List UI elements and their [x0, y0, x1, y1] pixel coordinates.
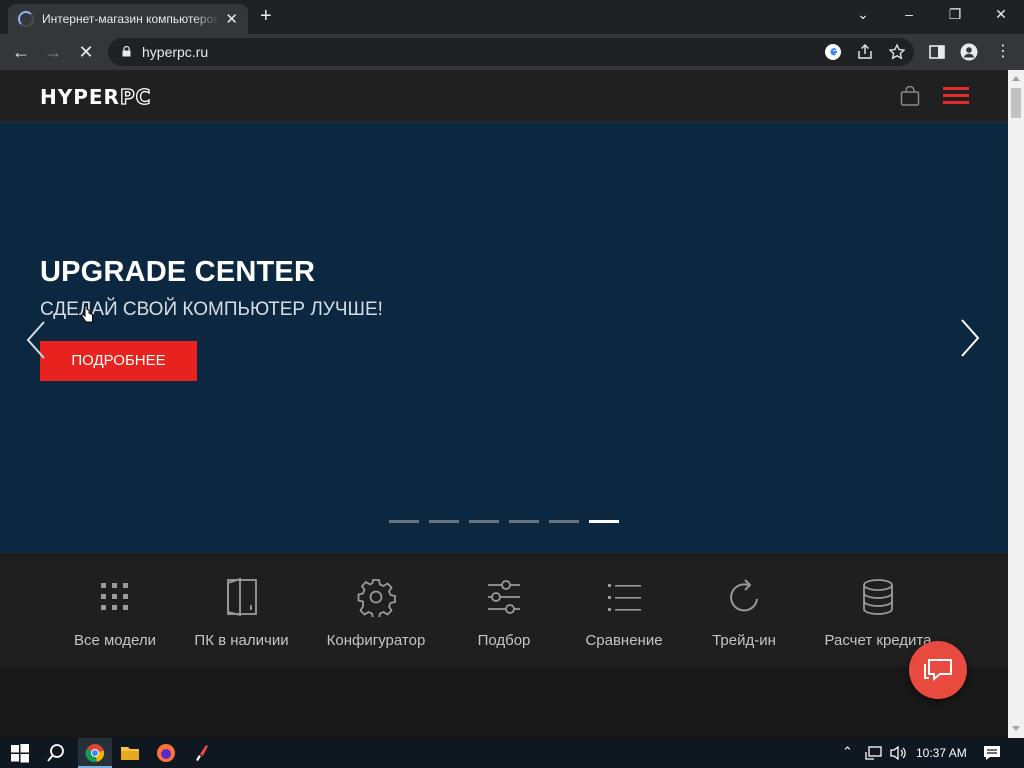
- category-label: Сравнение: [585, 632, 663, 649]
- category-label: Трейд-ин: [712, 632, 776, 649]
- slider-dot[interactable]: [429, 520, 459, 523]
- category-label: Конфигуратор: [326, 632, 426, 649]
- slider-next-icon[interactable]: [958, 318, 982, 358]
- category-compare[interactable]: Сравнение: [581, 577, 667, 649]
- windows-start-icon[interactable]: [10, 743, 30, 763]
- scroll-up-icon[interactable]: [1012, 76, 1020, 81]
- list-icon: [608, 584, 641, 611]
- page-scrollbar[interactable]: [1008, 70, 1024, 738]
- sliders-icon: [488, 580, 520, 614]
- firefox-icon[interactable]: [156, 743, 176, 763]
- network-icon[interactable]: [864, 743, 884, 763]
- site-header: HYPERPC: [0, 70, 1008, 122]
- taskbar-clock[interactable]: 10:37 AM: [916, 746, 967, 760]
- category-selection[interactable]: Подбор: [472, 577, 536, 649]
- hero-title: UPGRADE CENTER: [40, 256, 316, 288]
- logo-suffix: PC: [119, 84, 152, 109]
- new-tab-icon[interactable]: +: [260, 6, 272, 26]
- coins-icon: [863, 579, 893, 615]
- slider-dot[interactable]: [549, 520, 579, 523]
- gear-icon: [357, 579, 396, 619]
- pc-case-icon: [226, 577, 257, 617]
- refresh-icon: [730, 579, 758, 612]
- chrome-icon: [85, 744, 105, 763]
- more-details-button[interactable]: ПОДРОБНЕЕ: [40, 341, 197, 381]
- back-icon[interactable]: ←: [10, 42, 32, 62]
- mouse-pointer-icon: [80, 305, 93, 323]
- volume-icon[interactable]: [888, 743, 908, 763]
- logo[interactable]: HYPERPC: [40, 84, 152, 109]
- scroll-down-icon[interactable]: [1012, 726, 1020, 731]
- scrollbar-thumb[interactable]: [1011, 88, 1021, 118]
- tab-search-icon[interactable]: ⌄: [848, 4, 878, 24]
- lock-icon[interactable]: [122, 46, 131, 57]
- category-label: Все модели: [73, 632, 157, 649]
- category-all-models[interactable]: Все модели: [71, 577, 159, 649]
- windows-taskbar: ⌃ 10:37 AM: [0, 738, 1024, 768]
- tab-title: Интернет-магазин компьютеров HYPERPC: [42, 12, 220, 26]
- slider-dot[interactable]: [509, 520, 539, 523]
- category-in-stock[interactable]: ПК в наличии: [190, 577, 293, 649]
- categories-bar: Все модели ПК в наличии Конфигуратор Под…: [0, 553, 1008, 667]
- show-hidden-icons-icon[interactable]: ⌃: [842, 744, 853, 760]
- google-translate-icon[interactable]: [824, 43, 842, 61]
- slider-dot[interactable]: [389, 520, 419, 523]
- category-label: Подбор: [477, 632, 531, 649]
- bookmark-star-icon[interactable]: [888, 43, 906, 61]
- address-bar[interactable]: hyperpc.ru: [108, 38, 914, 66]
- category-trade-in[interactable]: Трейд-ин: [709, 577, 779, 649]
- slider-prev-icon[interactable]: [24, 320, 48, 360]
- browser-toolbar: ← → ✕ hyperpc.ru ⋮: [0, 34, 1024, 70]
- share-icon[interactable]: [856, 43, 874, 61]
- minimize-icon[interactable]: –: [894, 4, 924, 24]
- cart-icon[interactable]: [900, 86, 920, 106]
- slider-dot[interactable]: [469, 520, 499, 523]
- category-configurator[interactable]: Конфигуратор: [322, 577, 430, 649]
- hero-slider: UPGRADE CENTER СДЕЛАЙ СВОЙ КОМПЬЮТЕР ЛУЧ…: [0, 122, 1008, 553]
- stop-loading-icon[interactable]: ✕: [75, 42, 97, 62]
- restore-icon[interactable]: ❐: [940, 4, 970, 24]
- chat-icon: [924, 659, 952, 682]
- category-credit[interactable]: Расчет кредита: [819, 577, 937, 649]
- file-explorer-icon[interactable]: [120, 743, 140, 763]
- menu-icon[interactable]: [943, 87, 969, 105]
- close-window-icon[interactable]: ✕: [986, 4, 1016, 24]
- close-tab-icon[interactable]: ✕: [225, 12, 238, 27]
- page-viewport: HYPERPC UPGRADE CENTER СДЕЛАЙ СВОЙ КОМПЬ…: [0, 70, 1008, 738]
- slider-dot[interactable]: [589, 520, 619, 523]
- browser-tabstrip: Интернет-магазин компьютеров HYPERPC ✕ +…: [0, 0, 1024, 34]
- grid-icon: [101, 583, 128, 610]
- profile-icon[interactable]: [960, 43, 978, 61]
- taskbar-chrome-active[interactable]: [78, 738, 112, 768]
- page-lower-section: [0, 667, 1008, 738]
- url-text[interactable]: hyperpc.ru: [142, 44, 208, 60]
- forward-icon[interactable]: →: [42, 42, 64, 62]
- slider-dots: [389, 520, 619, 523]
- side-panel-icon[interactable]: [928, 43, 946, 61]
- category-label: ПК в наличии: [194, 632, 289, 649]
- chat-button[interactable]: [909, 641, 967, 699]
- logo-prefix: HYPER: [40, 85, 120, 109]
- paint-brush-icon[interactable]: [192, 743, 212, 763]
- loading-spinner-icon: [18, 11, 34, 27]
- more-menu-icon[interactable]: ⋮: [992, 42, 1014, 62]
- notifications-icon[interactable]: [982, 743, 1002, 763]
- browser-tab[interactable]: Интернет-магазин компьютеров HYPERPC ✕: [8, 4, 248, 34]
- search-icon[interactable]: [46, 743, 66, 763]
